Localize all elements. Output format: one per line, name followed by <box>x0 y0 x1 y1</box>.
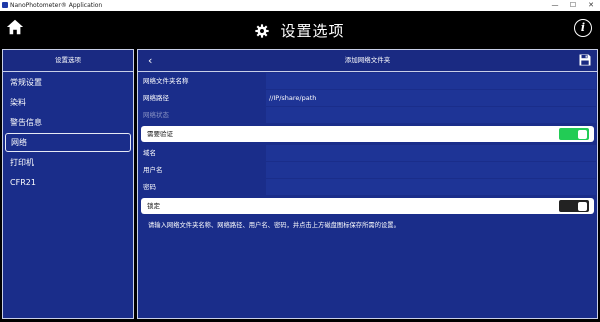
auth-required-toggle[interactable] <box>559 128 589 140</box>
toggle-knob <box>578 201 587 211</box>
network-path-label: 网络路径 <box>143 94 169 102</box>
sidebar-item-network[interactable]: 网络 <box>5 133 131 152</box>
window-title: NanoPhotometer® Application <box>10 2 103 9</box>
settings-sidebar: 设置选项 常规设置 染料 警告信息 网络 打印机 CFR21 <box>2 49 134 319</box>
sidebar-item-warnings[interactable]: 警告信息 <box>4 113 132 132</box>
panel-title: 添加网络文件夹 <box>344 56 391 64</box>
network-status-value <box>266 107 596 123</box>
password-field[interactable] <box>266 179 596 195</box>
username-label: 用户名 <box>143 166 163 174</box>
folder-name-row: 网络文件夹名称 <box>138 73 597 89</box>
page-title: 设置选项 <box>280 22 345 40</box>
username-field[interactable] <box>266 162 596 178</box>
save-disk-icon[interactable] <box>579 54 591 66</box>
back-button[interactable]: ‹ <box>148 50 152 71</box>
lock-toggle[interactable] <box>559 200 589 212</box>
app-icon <box>2 2 8 8</box>
sidebar-heading: 设置选项 <box>3 50 133 72</box>
username-row: 用户名 <box>138 162 597 178</box>
instruction-text: 请输入网络文件夹名称、网络路径、用户名、密码，并点击上方磁盘图标保存所需的设置。 <box>148 222 400 229</box>
auth-required-row: 需要验证 <box>141 126 594 142</box>
network-path-row: 网络路径 //IP/share/path <box>138 90 597 106</box>
domain-row: 域名 <box>138 145 597 161</box>
domain-field[interactable] <box>266 145 596 161</box>
network-path-field[interactable]: //IP/share/path <box>266 90 596 106</box>
auth-required-label: 需要验证 <box>147 130 173 138</box>
minimize-button[interactable]: — <box>546 0 564 11</box>
gear-icon <box>255 23 270 38</box>
app-header: 设置选项 i <box>0 11 600 49</box>
sidebar-item-dyes[interactable]: 染料 <box>4 93 132 112</box>
sidebar-item-printer[interactable]: 打印机 <box>4 153 132 172</box>
network-status-label: 网络状态 <box>143 111 169 119</box>
close-button[interactable]: ✕ <box>582 0 600 11</box>
network-folder-panel: ‹ 添加网络文件夹 网络文件夹名称 网络路径 //IP/share/path 网… <box>137 49 598 319</box>
domain-label: 域名 <box>143 149 156 157</box>
password-row: 密码 <box>138 179 597 195</box>
window-title-bar: NanoPhotometer® Application — ☐ ✕ <box>0 0 600 11</box>
maximize-button[interactable]: ☐ <box>564 0 582 11</box>
info-icon[interactable]: i <box>574 19 592 37</box>
lock-label: 锁定 <box>147 202 160 210</box>
window-controls: — ☐ ✕ <box>546 0 600 11</box>
lock-row: 锁定 <box>141 198 594 214</box>
panel-header: ‹ 添加网络文件夹 <box>138 50 597 72</box>
toggle-knob <box>578 129 587 139</box>
page-title-wrap: 设置选项 <box>0 20 600 41</box>
folder-name-label: 网络文件夹名称 <box>143 77 189 85</box>
sidebar-item-cfr21[interactable]: CFR21 <box>4 173 132 192</box>
password-label: 密码 <box>143 183 156 191</box>
network-status-row: 网络状态 <box>138 107 597 123</box>
sidebar-item-general[interactable]: 常规设置 <box>4 73 132 92</box>
folder-name-field[interactable] <box>266 73 596 89</box>
